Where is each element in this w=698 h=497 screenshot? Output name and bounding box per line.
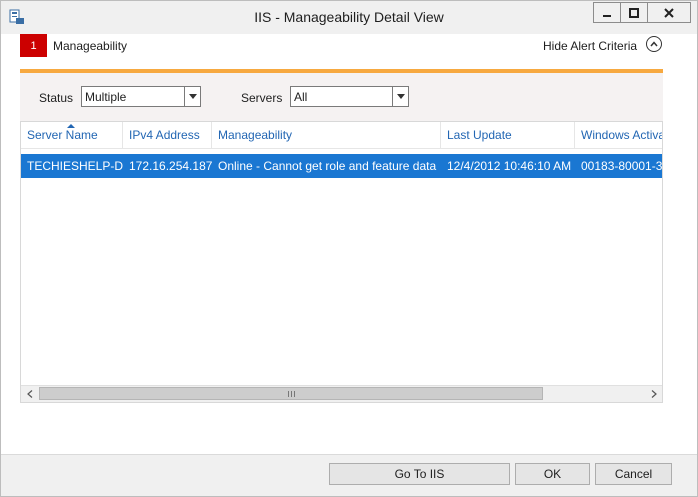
servers-dropdown[interactable]: All bbox=[290, 86, 409, 107]
column-header-windows-activation[interactable]: Windows Activa bbox=[575, 122, 663, 148]
close-icon bbox=[664, 7, 674, 18]
cell-manageability: Online - Cannot get role and feature dat… bbox=[218, 159, 437, 173]
alert-criteria-panel: Status Multiple Servers All bbox=[20, 69, 663, 121]
column-header-last-update[interactable]: Last Update bbox=[441, 122, 575, 148]
column-header-server-name[interactable]: Server Name bbox=[21, 122, 123, 148]
minimize-icon bbox=[603, 14, 611, 17]
horizontal-scrollbar[interactable] bbox=[21, 385, 662, 402]
dialog-window: IIS - Manageability Detail View 1 Manage… bbox=[0, 0, 698, 497]
title-bar: IIS - Manageability Detail View bbox=[1, 1, 697, 34]
scrollbar-thumb[interactable] bbox=[39, 387, 543, 400]
column-header-label: Last Update bbox=[447, 128, 512, 142]
scroll-right-button[interactable] bbox=[645, 386, 662, 402]
chevron-left-icon bbox=[26, 390, 32, 398]
go-to-iis-button[interactable]: Go To IIS bbox=[329, 463, 510, 485]
column-header-label: IPv4 Address bbox=[129, 128, 200, 142]
hide-alert-criteria-link[interactable]: Hide Alert Criteria bbox=[543, 39, 637, 53]
cell-server-name: TECHIESHELP-DC bbox=[27, 159, 123, 173]
dialog-footer: Go To IIS OK Cancel bbox=[1, 454, 697, 496]
column-header-manageability[interactable]: Manageability bbox=[212, 122, 441, 148]
collapse-criteria-button[interactable] bbox=[646, 36, 662, 52]
ok-button[interactable]: OK bbox=[515, 463, 590, 485]
chevron-right-icon bbox=[651, 390, 657, 398]
column-header-label: Manageability bbox=[218, 128, 293, 142]
cell-last-update: 12/4/2012 10:46:10 AM bbox=[447, 159, 572, 173]
servers-dropdown-value: All bbox=[294, 90, 308, 104]
chevron-down-icon bbox=[392, 87, 408, 106]
grid-header: Server Name IPv4 Address Manageability L… bbox=[21, 122, 663, 149]
close-button[interactable] bbox=[647, 2, 691, 23]
table-row[interactable]: TECHIESHELP-DC 172.16.254.187 Online - C… bbox=[21, 154, 663, 178]
chevron-up-icon bbox=[650, 41, 658, 47]
alert-title: Manageability bbox=[53, 39, 128, 53]
maximize-icon bbox=[629, 7, 639, 18]
status-dropdown[interactable]: Multiple bbox=[81, 86, 201, 107]
column-header-label: Server Name bbox=[27, 128, 98, 142]
scroll-left-button[interactable] bbox=[21, 386, 38, 402]
column-header-label: Windows Activa bbox=[581, 128, 663, 142]
chevron-down-icon bbox=[184, 87, 200, 106]
status-label: Status bbox=[39, 91, 74, 105]
status-dropdown-value: Multiple bbox=[85, 90, 127, 104]
servers-label: Servers bbox=[241, 91, 283, 105]
sort-ascending-icon bbox=[67, 124, 75, 128]
column-header-ipv4[interactable]: IPv4 Address bbox=[123, 122, 212, 148]
minimize-button[interactable] bbox=[593, 2, 621, 23]
cell-ipv4: 172.16.254.187 bbox=[129, 159, 212, 173]
alert-count-badge: 1 bbox=[20, 34, 47, 57]
maximize-button[interactable] bbox=[620, 2, 648, 23]
cell-windows-activation: 00183-80001-37 bbox=[581, 159, 663, 173]
grip-icon bbox=[287, 390, 295, 397]
cancel-button[interactable]: Cancel bbox=[595, 463, 672, 485]
servers-grid: Server Name IPv4 Address Manageability L… bbox=[20, 121, 663, 403]
